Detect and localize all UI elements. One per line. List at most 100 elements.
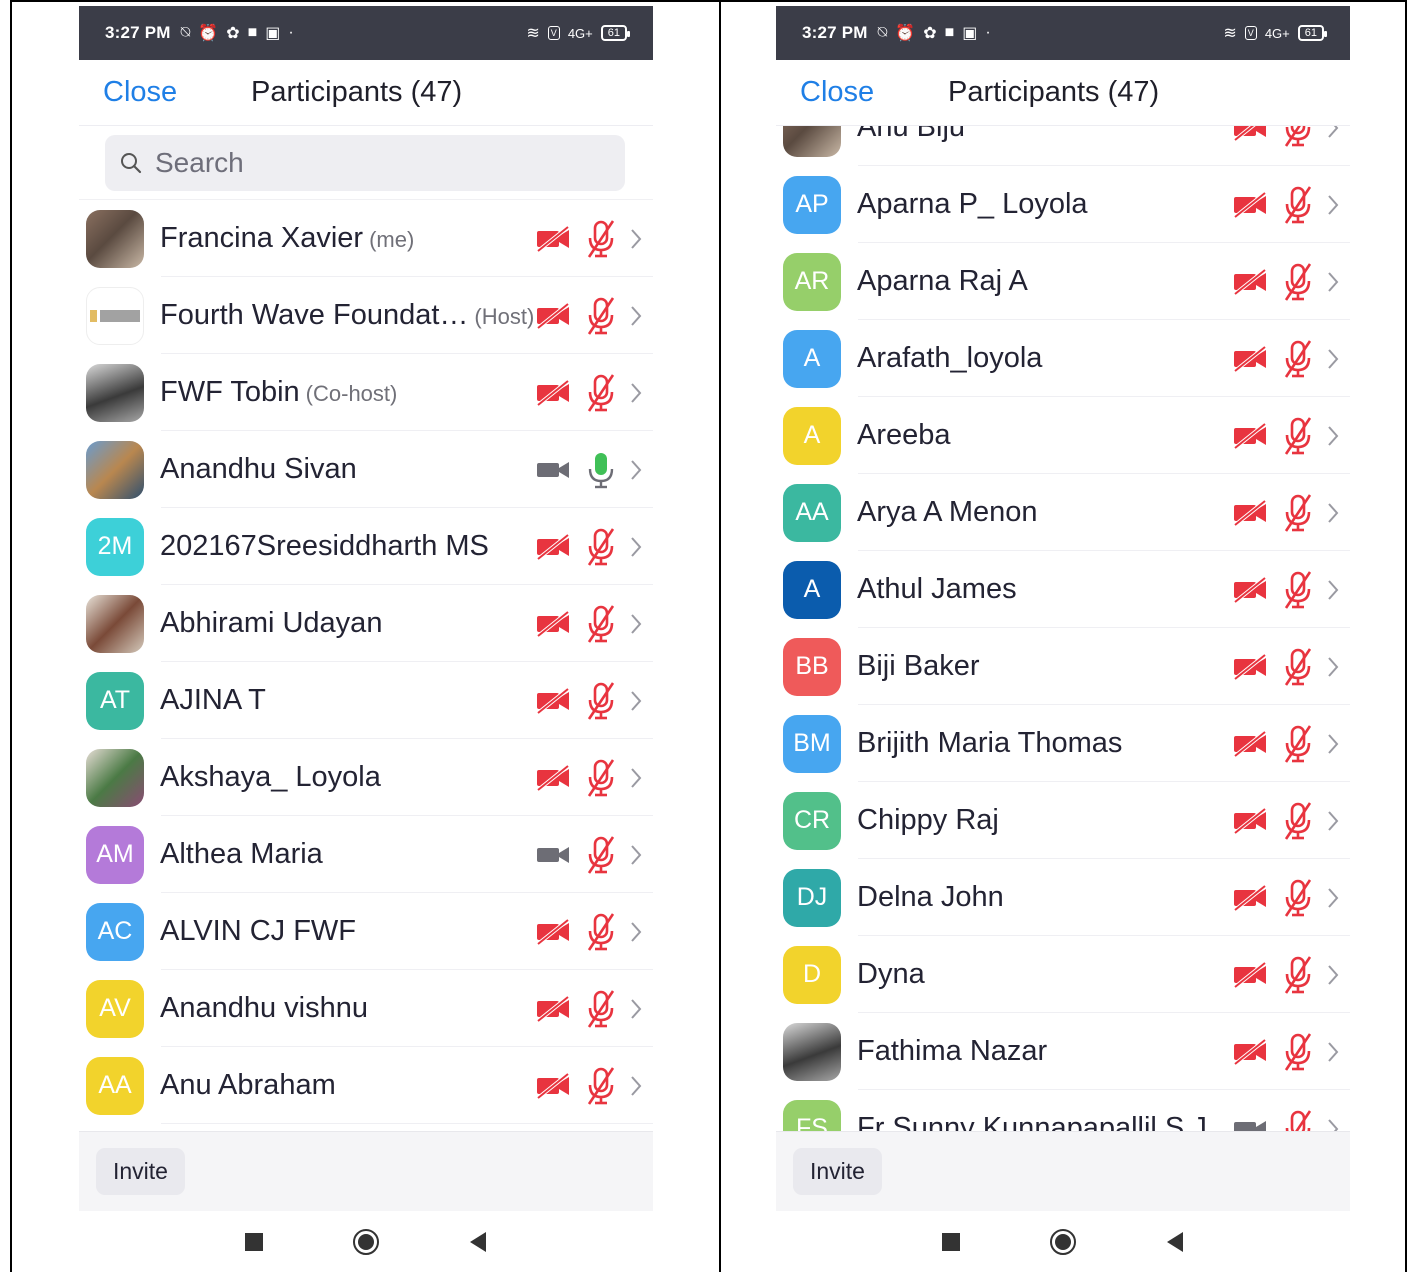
mic-muted-icon[interactable] [585, 989, 617, 1029]
video-off-icon[interactable] [1232, 575, 1268, 604]
close-button[interactable]: Close [103, 76, 177, 109]
participant-row[interactable]: Anandhu Sivan [79, 431, 653, 508]
chevron-right-icon[interactable] [1326, 1117, 1340, 1132]
participant-row[interactable]: A Arafath_loyola [776, 320, 1350, 397]
mic-muted-icon[interactable] [585, 219, 617, 259]
chevron-right-icon[interactable] [1326, 655, 1340, 679]
video-off-icon[interactable] [535, 378, 571, 407]
participant-row[interactable]: AA Anu Abraham [79, 1047, 653, 1124]
video-off-icon[interactable] [535, 763, 571, 792]
mic-muted-icon[interactable] [585, 758, 617, 798]
participant-row[interactable]: Anu Biju [776, 126, 1350, 166]
video-off-icon[interactable] [535, 609, 571, 638]
chevron-right-icon[interactable] [1326, 193, 1340, 217]
video-off-icon[interactable] [1232, 1037, 1268, 1066]
participant-row[interactable]: A Areeba [776, 397, 1350, 474]
chevron-right-icon[interactable] [1326, 886, 1340, 910]
participant-row[interactable]: AM Althea Maria [79, 816, 653, 893]
participant-row[interactable]: FS Fr Sunny Kunnapapallil S.J [776, 1090, 1350, 1131]
mic-muted-icon[interactable] [585, 681, 617, 721]
chevron-right-icon[interactable] [629, 304, 643, 328]
mic-muted-icon[interactable] [585, 296, 617, 336]
search-box[interactable] [105, 134, 625, 191]
participant-row[interactable]: Akshaya_ Loyola [79, 739, 653, 816]
video-off-icon[interactable] [1232, 960, 1268, 989]
video-off-icon[interactable] [1232, 126, 1268, 142]
chevron-right-icon[interactable] [629, 997, 643, 1021]
video-on-icon[interactable] [535, 456, 571, 484]
chevron-right-icon[interactable] [1326, 732, 1340, 756]
chevron-right-icon[interactable] [629, 920, 643, 944]
triangle-back-icon[interactable] [468, 1231, 488, 1253]
mic-muted-icon[interactable] [1282, 339, 1314, 379]
video-off-icon[interactable] [1232, 344, 1268, 373]
participant-row[interactable]: Francina Xavier (me) [79, 200, 653, 277]
video-off-icon[interactable] [1232, 267, 1268, 296]
circle-home-icon[interactable] [1049, 1228, 1077, 1256]
participant-row[interactable]: DJ Delna John [776, 859, 1350, 936]
square-recents-icon[interactable] [941, 1232, 961, 1252]
mic-muted-icon[interactable] [1282, 1109, 1314, 1132]
chevron-right-icon[interactable] [629, 843, 643, 867]
mic-muted-icon[interactable] [1282, 1032, 1314, 1072]
mic-muted-icon[interactable] [585, 912, 617, 952]
circle-home-icon[interactable] [352, 1228, 380, 1256]
participant-row[interactable]: A Athul James [776, 551, 1350, 628]
mic-muted-icon[interactable] [1282, 570, 1314, 610]
mic-muted-icon[interactable] [1282, 493, 1314, 533]
invite-button[interactable]: Invite [96, 1148, 185, 1195]
video-off-icon[interactable] [1232, 190, 1268, 219]
chevron-right-icon[interactable] [629, 458, 643, 482]
triangle-back-icon[interactable] [1165, 1231, 1185, 1253]
participant-row[interactable]: 2M 202167Sreesiddharth MS [79, 508, 653, 585]
mic-muted-icon[interactable] [585, 527, 617, 567]
participant-row[interactable]: Abhirami Udayan [79, 585, 653, 662]
chevron-right-icon[interactable] [1326, 501, 1340, 525]
mic-muted-icon[interactable] [1282, 416, 1314, 456]
chevron-right-icon[interactable] [1326, 347, 1340, 371]
chevron-right-icon[interactable] [1326, 578, 1340, 602]
participant-row[interactable]: AA Arya A Menon [776, 474, 1350, 551]
participant-row[interactable]: AR Aparna Raj A [776, 243, 1350, 320]
chevron-right-icon[interactable] [629, 1074, 643, 1098]
chevron-right-icon[interactable] [1326, 270, 1340, 294]
close-button[interactable]: Close [800, 76, 874, 109]
participant-row[interactable]: FWF Tobin (Co-host) [79, 354, 653, 431]
participant-row[interactable]: AV Anandhu vishnu [79, 970, 653, 1047]
video-off-icon[interactable] [535, 994, 571, 1023]
chevron-right-icon[interactable] [1326, 424, 1340, 448]
chevron-right-icon[interactable] [629, 227, 643, 251]
video-off-icon[interactable] [1232, 806, 1268, 835]
video-off-icon[interactable] [535, 532, 571, 561]
video-off-icon[interactable] [1232, 421, 1268, 450]
participant-row[interactable]: BM Brijith Maria Thomas [776, 705, 1350, 782]
chevron-right-icon[interactable] [629, 381, 643, 405]
video-off-icon[interactable] [535, 917, 571, 946]
chevron-right-icon[interactable] [629, 766, 643, 790]
video-off-icon[interactable] [535, 224, 571, 253]
participant-row[interactable]: AC ALVIN CJ FWF [79, 893, 653, 970]
video-on-icon[interactable] [535, 841, 571, 869]
participant-row[interactable]: CR Chippy Raj [776, 782, 1350, 859]
mic-muted-icon[interactable] [1282, 126, 1314, 148]
mic-muted-icon[interactable] [1282, 878, 1314, 918]
search-input[interactable] [155, 146, 595, 179]
mic-muted-icon[interactable] [1282, 185, 1314, 225]
invite-button[interactable]: Invite [793, 1148, 882, 1195]
chevron-right-icon[interactable] [1326, 1040, 1340, 1064]
mic-muted-icon[interactable] [585, 373, 617, 413]
participant-row[interactable]: D Dyna [776, 936, 1350, 1013]
chevron-right-icon[interactable] [629, 535, 643, 559]
mic-muted-icon[interactable] [1282, 801, 1314, 841]
participant-row[interactable]: AT AJINA T [79, 662, 653, 739]
participant-row[interactable]: AP Aparna P_ Loyola [776, 166, 1350, 243]
video-off-icon[interactable] [535, 686, 571, 715]
mic-muted-icon[interactable] [585, 835, 617, 875]
mic-muted-icon[interactable] [1282, 955, 1314, 995]
video-off-icon[interactable] [535, 1071, 571, 1100]
mic-muted-icon[interactable] [585, 604, 617, 644]
chevron-right-icon[interactable] [1326, 809, 1340, 833]
mic-muted-icon[interactable] [1282, 262, 1314, 302]
video-off-icon[interactable] [1232, 652, 1268, 681]
video-off-icon[interactable] [535, 301, 571, 330]
